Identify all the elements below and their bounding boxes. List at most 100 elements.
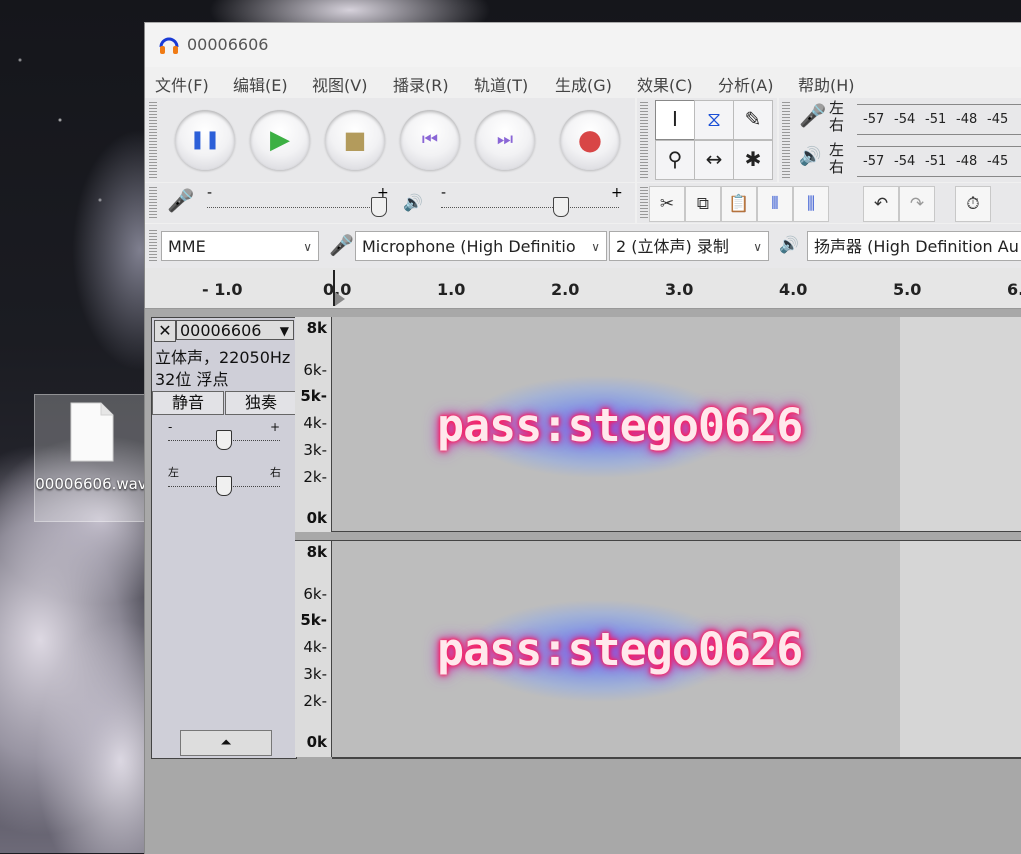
menu-tracks[interactable]: 轨道(T) [474,72,528,96]
record-button[interactable]: ● [560,110,620,170]
stop-button[interactable]: ■ [325,110,385,170]
menu-file[interactable]: 文件(F) [155,72,209,96]
toolbar-grip[interactable] [149,102,157,178]
window-title: 00006606 [187,35,269,54]
sync-lock-button[interactable]: ⏱ [955,186,991,222]
file-icon [70,402,114,462]
empty-region [900,541,1021,757]
spectrogram-signal: pass:stego0626 [437,347,803,507]
solo-label: 独奏 [244,393,277,412]
frequency-scale-right[interactable]: 8k 6k- 5k- 4k- 3k- 2k- 0k [295,541,332,757]
ruler-tick-label: 2.0 [551,280,580,299]
menu-edit[interactable]: 编辑(E) [233,72,288,96]
audio-host-select[interactable]: MME ∨ [161,231,319,261]
skip-to-end-button[interactable]: ⏭ [475,110,535,170]
ruler-tick-label: 1.0 [437,280,466,299]
clipboard-icon: 📋 [728,194,750,214]
solo-button[interactable]: 独奏 [225,391,297,415]
selection-tool[interactable]: I [655,100,695,140]
mute-label: 静音 [171,393,204,412]
gain-slider[interactable] [216,430,232,450]
tools-toolbar: I ⧖ ✎ ⚲ ↔ ✱ [637,98,777,182]
silence-button[interactable]: ⫼ [793,186,829,222]
input-volume-slider[interactable] [371,197,387,217]
menu-help[interactable]: 帮助(H) [798,72,855,96]
envelope-tool[interactable]: ⧖ [694,100,734,140]
close-track-button[interactable]: ✕ [154,320,176,342]
output-volume-max: + [611,185,623,201]
scissors-icon: ✂ [659,194,675,214]
menu-view[interactable]: 视图(V) [312,72,367,96]
recording-channels-value: 2 (立体声) 录制 [616,237,729,256]
multi-tool[interactable]: ✱ [733,140,773,180]
playback-device-value: 扬声器 (High Definition Au [814,237,1019,256]
copy-button[interactable]: ⧉ [685,186,721,222]
output-volume-slider[interactable] [553,197,569,217]
freq-label: 8k [306,319,327,337]
toolbar-grip[interactable] [149,230,157,262]
zoom-tool[interactable]: ⚲ [655,140,695,180]
microphone-icon: 🎤 [329,233,354,257]
toolbar-grip[interactable] [149,187,157,219]
speaker-icon: 🔊 [403,193,423,212]
timeline-ruler[interactable]: - 1.0 0.0 1.0 2.0 3.0 4.0 5.0 6. [145,268,1021,309]
menu-analyze[interactable]: 分析(A) [718,72,773,96]
pan-left-label: 左 [168,466,179,479]
play-button[interactable]: ▶ [250,110,310,170]
playback-meter[interactable]: 🔊 左 右 -57 -54 -51 -48 -45 [797,142,1021,180]
transport-toolbar: ❚❚ ▶ ■ ⏮ ⏭ ● [145,98,635,182]
time-shift-tool[interactable]: ↔ [694,140,734,180]
playback-device-select[interactable]: 扬声器 (High Definition Au [807,231,1021,261]
cut-button[interactable]: ✂ [649,186,685,222]
meter-bar [857,176,1021,177]
spectrogram-right-channel[interactable]: pass:stego0626 [332,541,1021,759]
ruler-tick-label: 6. [1007,280,1021,299]
paste-button[interactable]: 📋 [721,186,757,222]
recording-channels-select[interactable]: 2 (立体声) 录制 ∨ [609,231,769,261]
freq-label: 2k- [303,468,327,486]
speaker-icon: 🔊 [799,146,822,167]
undo-icon: ↶ [873,194,889,214]
meter-tick: -48 [956,112,978,127]
spectrogram-left-channel[interactable]: pass:stego0626 [332,317,1021,532]
freq-label: 8k [306,543,327,561]
skip-end-icon: ⏭ [496,129,514,150]
track-name-menu[interactable]: 00006606 ▼ [176,320,294,340]
freq-label: 5k- [300,387,327,405]
record-meter-lr: 左 右 [829,99,845,134]
desktop-file-label: 00006606.wav [35,475,147,493]
desktop-file-icon[interactable]: 00006606.wav [34,394,148,522]
play-head-icon[interactable] [335,292,345,306]
microphone-icon: 🎤 [799,104,827,129]
track-control-panel: ✕ 00006606 ▼ 立体声，22050Hz 32位 浮点 静音 独奏 - … [151,317,297,759]
stopwatch-icon: ⏱ [966,194,980,214]
hidden-spectrogram-text: pass:stego0626 [437,399,803,452]
collapse-track-button[interactable]: ⏶ [180,730,272,756]
pause-button[interactable]: ❚❚ [175,110,235,170]
stop-icon: ■ [343,126,367,154]
meter-bar [857,134,1021,135]
undo-button[interactable]: ↶ [863,186,899,222]
freq-label: 2k- [303,692,327,710]
audacity-window: 00006606 文件(F) 编辑(E) 视图(V) 播录(R) 轨道(T) 生… [144,22,1021,854]
recording-device-select[interactable]: Microphone (High Definitio ∨ [355,231,607,261]
gain-max-label: + [270,420,281,434]
skip-to-start-button[interactable]: ⏮ [400,110,460,170]
redo-button[interactable]: ↷ [899,186,935,222]
menu-generate[interactable]: 生成(G) [555,72,612,96]
meter-tick: -51 [925,112,947,127]
frequency-scale-left[interactable]: 8k 6k- 5k- 4k- 3k- 2k- 0k [295,317,332,532]
pan-slider[interactable] [216,476,232,496]
record-meter[interactable]: 🎤 左 右 -57 -54 -51 -48 -45 [797,100,1021,138]
draw-tool[interactable]: ✎ [733,100,773,140]
mute-button[interactable]: 静音 [152,391,224,415]
trim-button[interactable]: ⫴ [757,186,793,222]
menu-record[interactable]: 播录(R) [393,72,449,96]
toolbar-grip[interactable] [782,102,790,178]
toolbar-grip[interactable] [640,187,648,219]
toolbar-grip[interactable] [640,102,648,178]
close-icon: ✕ [158,321,172,340]
menu-effect[interactable]: 效果(C) [637,72,693,96]
freq-label: 3k- [303,441,327,459]
recording-device-value: Microphone (High Definitio [362,237,576,256]
